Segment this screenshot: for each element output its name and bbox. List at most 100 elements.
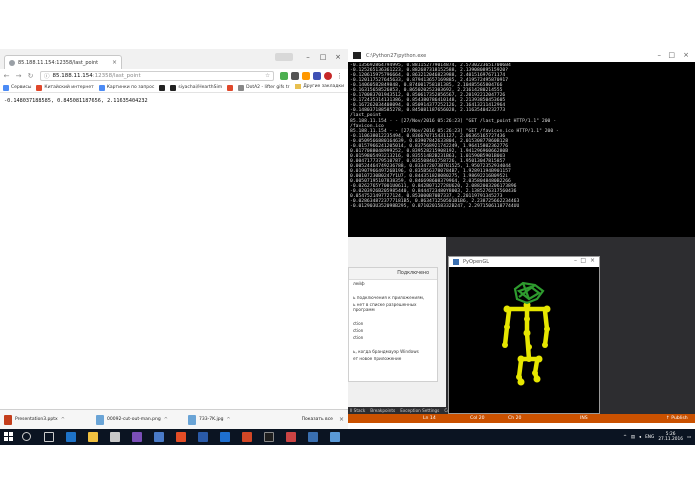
bookmark-item[interactable]: Сервисы — [3, 84, 31, 91]
status-ins: INS — [580, 416, 588, 421]
bookmark-item[interactable]: DotA2 - lifter gifs tr — [238, 84, 289, 91]
bookmarks-bar: Сервисы Китайский интернет Картинки по з… — [0, 83, 348, 93]
close-icon[interactable]: × — [683, 51, 689, 59]
tab-call-stack[interactable]: ll Stack — [350, 408, 365, 413]
console-titlebar: C:\Python27\python.exe – □ × — [348, 49, 695, 62]
python-icon[interactable] — [308, 432, 318, 442]
back-icon[interactable]: ← — [3, 72, 10, 80]
forward-icon[interactable]: → — [15, 72, 22, 80]
background-area — [0, 445, 695, 494]
maximize-icon[interactable]: □ — [317, 52, 329, 62]
chevron-up-icon[interactable]: ^ — [226, 417, 230, 423]
dialog-row — [349, 341, 437, 348]
start-button[interactable] — [4, 432, 14, 442]
download-filename: 00092-cut-out-man.png — [107, 417, 161, 422]
bookmark-item[interactable]: siyachai/HearthSim — [170, 84, 222, 91]
clock-date: 27.11.2016 — [658, 437, 683, 442]
dialog-row: лейф — [353, 281, 365, 286]
system-tray: ^ ▤ ◂ ENG 5:26 27.11.2016 ▭ — [623, 429, 691, 445]
tab-exception-settings[interactable]: Exception Settings — [400, 408, 439, 413]
download-filename: Presentation3.pptx — [15, 417, 58, 422]
minimize-icon[interactable]: – — [302, 52, 314, 62]
dialog-row: ction — [353, 328, 364, 333]
tray-chevron-icon[interactable]: ^ — [623, 435, 627, 440]
bookmark-star-icon[interactable]: ☆ — [265, 73, 270, 79]
store-icon[interactable] — [110, 432, 120, 442]
extension-icon-1[interactable] — [280, 72, 288, 80]
dialog-row — [349, 287, 437, 294]
terminal-icon — [353, 52, 361, 59]
cmd-icon[interactable] — [264, 432, 274, 442]
image-file-icon — [188, 414, 196, 425]
bookmark-favicon-icon — [238, 84, 245, 91]
minimize-icon[interactable]: – — [574, 257, 577, 264]
address-host: 85.188.11.154 — [52, 73, 93, 79]
explorer-icon[interactable] — [88, 432, 98, 442]
download-item[interactable]: Presentation3.pptx ^ — [4, 413, 90, 427]
extension-icon-4[interactable] — [313, 72, 321, 80]
bookmark-item[interactable]: Картинки по запрос — [98, 84, 154, 91]
app-icon[interactable] — [286, 432, 296, 442]
chevron-up-icon[interactable]: ^ — [61, 417, 65, 423]
other-bookmarks[interactable]: Другие закладки — [295, 84, 344, 89]
close-icon[interactable]: × — [332, 52, 344, 62]
console-window: C:\Python27\python.exe – □ × -0.13569286… — [348, 49, 695, 237]
browser-tab[interactable]: 85.188.11.154:12358/last_point × — [4, 55, 122, 69]
bookmark-item[interactable]: Китайский интернет — [36, 84, 94, 91]
dialog-row: ь нет в списке разрешенных программ — [353, 302, 417, 312]
chevron-up-icon[interactable]: ^ — [164, 417, 168, 423]
page-info-icon[interactable]: ⓘ — [44, 72, 50, 80]
profile-chip[interactable] — [275, 53, 293, 61]
tab-strip: 85.188.11.154:12358/last_point × – □ × — [0, 49, 348, 69]
extension-icon-3[interactable] — [302, 72, 310, 80]
edge-icon[interactable] — [66, 432, 76, 442]
browser-toolbar: ← → ↻ ⓘ 85.188.11.154 :12358/last_point … — [0, 69, 348, 83]
tab-breakpoints[interactable]: Breakpoints — [370, 408, 395, 413]
publish-button[interactable]: ↑ Publish — [666, 416, 688, 421]
close-download-bar-icon[interactable]: × — [339, 416, 344, 423]
bookmark-item[interactable] — [227, 84, 234, 91]
notifications-icon[interactable]: ▭ — [687, 435, 691, 440]
menu-icon[interactable]: ⋮ — [336, 72, 344, 80]
response-text: -0.148037188585, 0.845081187656, 2.11635… — [4, 98, 148, 104]
address-bar[interactable]: ⓘ 85.188.11.154 :12358/last_point ☆ — [40, 71, 274, 81]
download-bar: Presentation3.pptx ^ 00092-cut-out-man.p… — [0, 409, 348, 429]
bookmark-favicon-icon — [227, 84, 234, 91]
volume-icon[interactable]: ◂ — [639, 435, 641, 440]
dialog-row: ction — [353, 335, 364, 340]
bookmark-item[interactable] — [159, 84, 166, 91]
clock[interactable]: 5:26 27.11.2016 — [658, 432, 683, 442]
powerpoint-icon[interactable] — [242, 432, 252, 442]
download-item[interactable]: 00092-cut-out-man.png ^ — [96, 413, 182, 427]
maximize-icon[interactable]: □ — [668, 51, 675, 59]
download-item[interactable]: 733-7K.jpg ^ — [188, 413, 258, 427]
bookmark-favicon-icon — [36, 84, 43, 91]
console-title: C:\Python27\python.exe — [366, 52, 427, 59]
app-icon[interactable] — [330, 432, 340, 442]
visual-studio-icon[interactable] — [132, 432, 142, 442]
app-icon[interactable] — [220, 432, 230, 442]
apps-icon — [3, 84, 9, 91]
close-icon[interactable]: × — [590, 257, 595, 264]
github-icon — [159, 84, 166, 91]
dialog-row: ь, когда брандмауэр Windows — [353, 349, 419, 354]
word-icon[interactable] — [198, 432, 208, 442]
chrome-icon[interactable] — [176, 432, 186, 442]
opengl-window: PyOpenGL – □ × — [448, 256, 600, 414]
task-view-icon[interactable] — [44, 432, 54, 442]
address-path: :12358/last_point — [92, 73, 141, 79]
show-all-downloads-link[interactable]: Показать все — [302, 417, 333, 422]
head-wireframe — [513, 281, 545, 305]
minimize-icon[interactable]: – — [658, 51, 662, 59]
extension-icon-2[interactable] — [291, 72, 299, 80]
reload-icon[interactable]: ↻ — [27, 72, 34, 80]
console-output: -0.135692864794995, 0.881152779014874, 2… — [350, 63, 693, 235]
skeleton-render[interactable] — [449, 267, 599, 413]
opera-icon[interactable] — [324, 72, 332, 80]
app-icon[interactable] — [154, 432, 164, 442]
close-tab-icon[interactable]: × — [112, 59, 117, 66]
language-indicator[interactable]: ENG — [645, 435, 654, 440]
search-icon[interactable] — [22, 432, 31, 441]
network-icon[interactable]: ▤ — [631, 435, 635, 440]
maximize-icon[interactable]: □ — [580, 257, 586, 264]
